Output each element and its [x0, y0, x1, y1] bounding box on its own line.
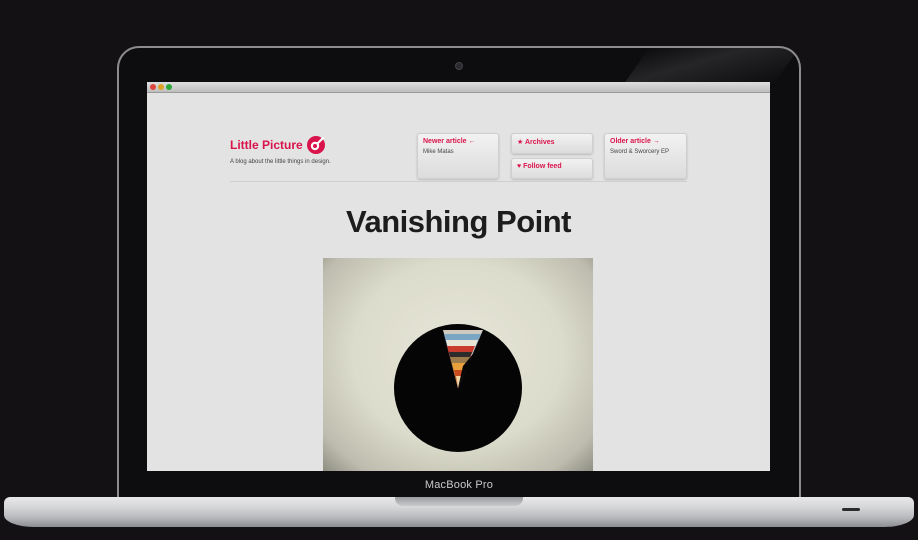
lid-opening-notch: [395, 497, 523, 506]
newer-article-label: Newer article ←: [423, 138, 476, 145]
window-titlebar: [147, 82, 770, 93]
minimize-icon[interactable]: [158, 84, 164, 90]
follow-feed-button[interactable]: ♥ Follow feed: [511, 158, 593, 179]
optical-drive-slot: [842, 508, 860, 511]
archives-label: ★ Archives: [517, 139, 555, 146]
webcam-icon: [455, 62, 463, 70]
article-title: Vanishing Point: [345, 204, 572, 239]
vanishing-point-illustration: [394, 324, 522, 452]
blog-name[interactable]: Little Picture: [230, 138, 303, 152]
zoom-icon[interactable]: [166, 84, 172, 90]
newer-article-subtitle: Mike Matas: [423, 149, 454, 155]
browser-window: Little Picture A blog about the little t…: [147, 82, 770, 471]
follow-feed-label: ♥ Follow feed: [517, 163, 562, 170]
device-label: MacBook Pro: [424, 479, 494, 491]
camera-eye-icon: [306, 136, 325, 154]
article-hero-image: [323, 258, 593, 471]
archives-button[interactable]: ★ Archives: [511, 133, 593, 154]
blog-tagline: A blog about the little things in design…: [230, 159, 331, 165]
header-divider: [230, 181, 687, 182]
close-icon[interactable]: [150, 84, 156, 90]
blog-header: Little Picture A blog about the little t…: [147, 93, 770, 188]
older-article-button[interactable]: Older article → Sword & Sworcery EP: [604, 133, 687, 179]
older-article-subtitle: Sword & Sworcery EP: [610, 149, 670, 155]
older-article-label: Older article →: [610, 138, 660, 145]
newer-article-button[interactable]: Newer article ← Mike Matas: [417, 133, 499, 179]
blog-logo[interactable]: Little Picture: [230, 135, 326, 155]
screen-glare: [623, 48, 799, 84]
